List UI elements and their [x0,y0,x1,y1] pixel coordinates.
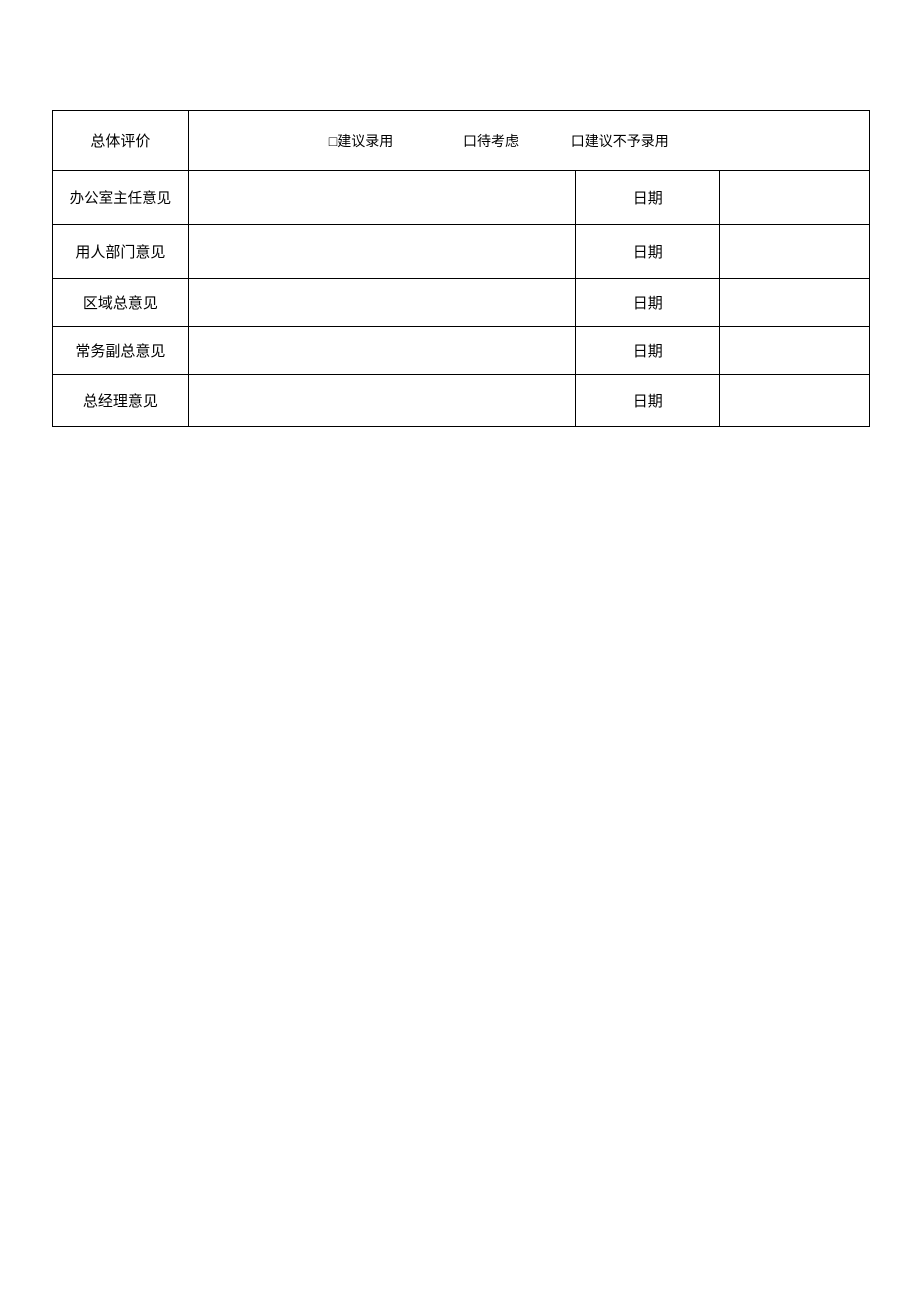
approval-table: 总体评价 □建议录用 口待考虑 口建议不予录用 办公室主任意见 日期 用人部门意… [52,110,870,427]
cell-office-director-date [720,171,870,225]
label-overall-evaluation: 总体评价 [53,111,189,171]
cell-general-manager-opinion [188,375,576,427]
cell-general-manager-date [720,375,870,427]
label-regional: 区域总意见 [53,279,189,327]
label-department: 用人部门意见 [53,225,189,279]
label-general-manager-date: 日期 [576,375,720,427]
label-regional-date: 日期 [576,279,720,327]
cell-department-opinion [188,225,576,279]
label-office-director: 办公室主任意见 [53,171,189,225]
row-regional: 区域总意见 日期 [53,279,870,327]
row-executive-vp: 常务副总意见 日期 [53,327,870,375]
label-general-manager: 总经理意见 [53,375,189,427]
row-department: 用人部门意见 日期 [53,225,870,279]
row-office-director: 办公室主任意见 日期 [53,171,870,225]
cell-department-date [720,225,870,279]
option-not-recommend: 口建议不予录用 [571,131,669,151]
option-pending: 口待考虑 [463,131,519,151]
cell-regional-date [720,279,870,327]
cell-office-director-opinion [188,171,576,225]
approval-table-container: 总体评价 □建议录用 口待考虑 口建议不予录用 办公室主任意见 日期 用人部门意… [52,110,870,427]
cell-executive-vp-date [720,327,870,375]
label-department-date: 日期 [576,225,720,279]
option-recommend-hire: □建议录用 [329,131,393,151]
row-general-manager: 总经理意见 日期 [53,375,870,427]
row-overall-evaluation: 总体评价 □建议录用 口待考虑 口建议不予录用 [53,111,870,171]
label-executive-vp: 常务副总意见 [53,327,189,375]
label-office-director-date: 日期 [576,171,720,225]
label-executive-vp-date: 日期 [576,327,720,375]
cell-regional-opinion [188,279,576,327]
cell-executive-vp-opinion [188,327,576,375]
cell-evaluation-options: □建议录用 口待考虑 口建议不予录用 [188,111,869,171]
